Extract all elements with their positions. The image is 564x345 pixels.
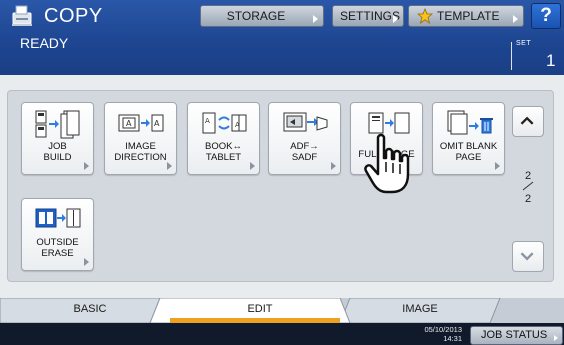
- scroll-down-button[interactable]: [512, 241, 544, 272]
- submenu-arrow-icon: [313, 15, 318, 23]
- omit-blank-page-label: OMIT BLANK PAGE: [439, 141, 498, 163]
- storage-button-label: STORAGE: [226, 9, 286, 23]
- submenu-arrow-icon: [513, 15, 518, 23]
- adf-sadf-label: ADF→ SADF: [290, 141, 319, 163]
- outside-erase-icon: [35, 208, 81, 228]
- page-total: 2: [524, 193, 532, 205]
- hand-pointer-icon: [364, 133, 410, 194]
- submenu-arrow-icon: [393, 15, 398, 23]
- image-direction-icon: A A: [118, 114, 164, 132]
- svg-text:A: A: [126, 119, 132, 128]
- submenu-arrow-icon: [554, 335, 558, 341]
- tab-edit[interactable]: EDIT: [190, 303, 330, 315]
- tab-image[interactable]: IMAGE: [360, 303, 480, 315]
- time-value: 14:31: [443, 334, 462, 343]
- footer-bar: 05/10/2013 14:31 JOB STATUS: [0, 323, 564, 345]
- svg-text:A: A: [235, 121, 240, 129]
- adf-sadf-icon: [283, 112, 328, 132]
- tab-bar: BASIC EDIT IMAGE: [0, 298, 564, 323]
- job-status-label: JOB STATUS: [481, 329, 548, 341]
- date-time: 05/10/2013 14:31: [408, 325, 462, 343]
- top-bar: COPY STORAGE SETTINGS TEMPLATE ? READY S…: [0, 0, 564, 75]
- submenu-arrow-icon: [84, 258, 89, 266]
- set-count: 1: [546, 51, 556, 70]
- chevron-up-icon: [520, 116, 534, 125]
- job-build-icon: [35, 110, 80, 139]
- scroll-up-button[interactable]: [512, 106, 544, 137]
- set-label: SET: [516, 40, 532, 47]
- title-row: COPY STORAGE SETTINGS TEMPLATE ?: [0, 0, 564, 32]
- omit-blank-page-icon: [447, 110, 493, 135]
- book-tablet-label: BOOK↔ TABLET: [205, 141, 242, 163]
- chevron-down-icon: [520, 252, 534, 261]
- omit-blank-page-button[interactable]: OMIT BLANK PAGE: [432, 102, 505, 175]
- template-button[interactable]: TEMPLATE: [408, 5, 524, 27]
- outside-erase-button[interactable]: OUTSIDE ERASE: [21, 198, 94, 271]
- help-button[interactable]: ?: [531, 3, 561, 29]
- star-icon: [417, 8, 433, 24]
- book-tablet-button[interactable]: A A BOOK↔ TABLET: [187, 102, 260, 175]
- set-divider: [511, 42, 512, 70]
- submenu-arrow-icon: [84, 162, 89, 170]
- submenu-arrow-icon: [167, 162, 172, 170]
- page-divider: [522, 181, 534, 191]
- template-button-label: TEMPLATE: [437, 9, 500, 23]
- settings-button[interactable]: SETTINGS: [332, 5, 404, 27]
- status-row: READY SET 1: [0, 32, 564, 75]
- app-title: COPY: [44, 5, 103, 27]
- status-message: READY: [20, 35, 69, 51]
- submenu-arrow-icon: [250, 162, 255, 170]
- adf-sadf-button[interactable]: ADF→ SADF: [268, 102, 341, 175]
- job-build-button[interactable]: JOB BUILD: [21, 102, 94, 175]
- tab-basic[interactable]: BASIC: [30, 303, 150, 315]
- image-direction-label: IMAGE DIRECTION: [114, 141, 167, 163]
- date-value: 05/10/2013: [424, 325, 462, 334]
- job-status-button[interactable]: JOB STATUS: [470, 326, 563, 345]
- submenu-arrow-icon: [331, 162, 336, 170]
- job-build-label: JOB BUILD: [43, 141, 72, 163]
- svg-text:A: A: [154, 119, 160, 128]
- book-tablet-icon: A A: [202, 112, 247, 134]
- copy-screen: COPY STORAGE SETTINGS TEMPLATE ? READY S…: [0, 0, 564, 345]
- svg-text:A: A: [205, 117, 210, 125]
- copier-icon: [12, 5, 32, 26]
- outside-erase-label: OUTSIDE ERASE: [36, 237, 79, 259]
- submenu-arrow-icon: [495, 162, 500, 170]
- storage-button[interactable]: STORAGE: [200, 5, 324, 27]
- image-direction-button[interactable]: A A IMAGE DIRECTION: [104, 102, 177, 175]
- settings-button-label: SETTINGS: [340, 9, 401, 23]
